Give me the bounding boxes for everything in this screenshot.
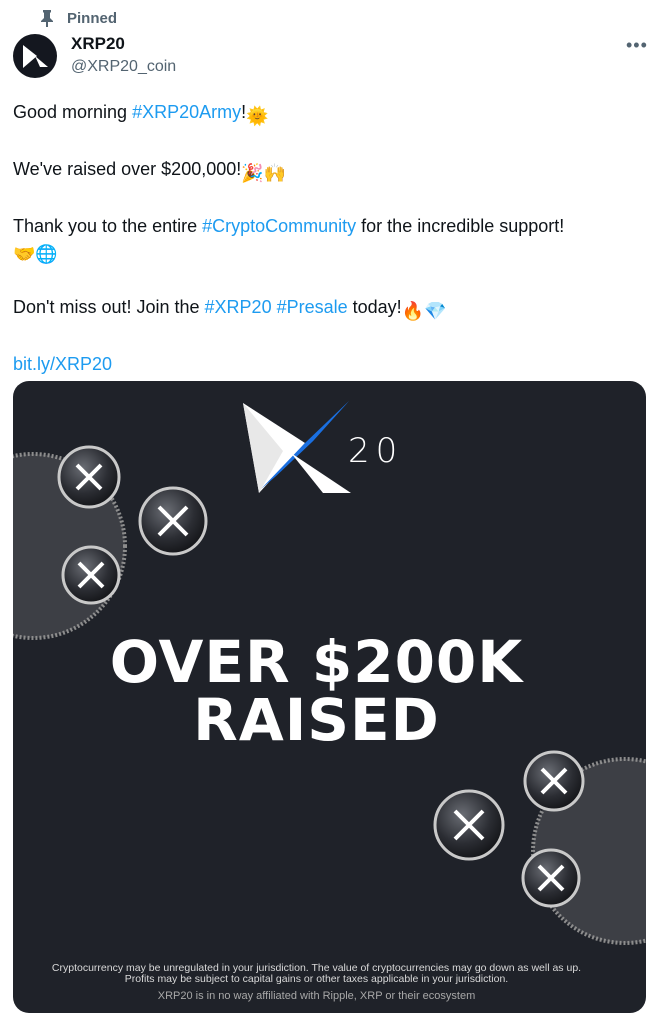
coin-icon [523, 750, 585, 812]
xrp20-large-logo-icon [243, 401, 351, 493]
tweet-text-segment: today! [347, 297, 402, 317]
more-options-icon[interactable]: ••• [626, 36, 648, 54]
pinned-indicator: Pinned [39, 9, 117, 27]
avatar[interactable] [13, 34, 57, 78]
tweet-line-link: bit.ly/XRP20 [13, 352, 648, 376]
hashtag-xrp20[interactable]: #XRP20 [205, 297, 272, 317]
brand-number-20: 20 [348, 431, 404, 471]
pinned-label: Pinned [67, 9, 118, 27]
xrp20-logo-icon [23, 44, 48, 68]
tweet-text: Good morning #XRP20Army!🌞 We've raised o… [13, 100, 648, 376]
media-headline-line2: RAISED [193, 686, 440, 754]
media-disclaimer: Cryptocurrency may be unregulated in you… [51, 962, 582, 985]
tweet-text-segment: for the incredible support! [356, 216, 565, 236]
coin-icon [521, 848, 581, 908]
media-headline-line1: OVER $200K [109, 628, 524, 696]
tweet-text-segment: Don't miss out! Join the [13, 297, 205, 317]
tweet-text-segment: Good morning [13, 102, 133, 122]
display-name[interactable]: XRP20 [71, 34, 125, 54]
sun-emoji-icon: 🌞 [246, 106, 269, 126]
hashtag-cryptocommunity[interactable]: #CryptoCommunity [202, 216, 356, 236]
fire-gem-emoji-icon: 🔥💎 [401, 301, 447, 321]
tweet-line-3b: 🤝🌐 [13, 238, 648, 266]
user-handle[interactable]: @XRP20_coin [71, 58, 176, 76]
tweet-line-3: Thank you to the entire #CryptoCommunity… [13, 214, 648, 238]
media-affiliation-note: XRP20 is in no way affiliated with Rippl… [157, 990, 476, 1002]
pin-icon [41, 10, 53, 27]
coin-icon [57, 445, 121, 509]
tweet-text-segment: Thank you to the entire [13, 216, 203, 236]
hashtag-presale[interactable]: #Presale [277, 297, 348, 317]
hashtag-xrp20army[interactable]: #XRP20Army [132, 102, 241, 122]
tweet-link[interactable]: bit.ly/XRP20 [13, 354, 112, 374]
party-hands-emoji-icon: 🎉🙌 [241, 163, 287, 183]
coin-icon [61, 545, 121, 605]
coin-icon [433, 789, 505, 861]
tweet-line-2: We've raised over $200,000!🎉🙌 [13, 157, 648, 185]
tweet-line-1: Good morning #XRP20Army!🌞 [13, 100, 648, 128]
tweet-text-segment: We've raised over $200,000! [13, 159, 242, 179]
coin-icon [138, 486, 208, 556]
handshake-globe-emoji-icon: 🤝🌐 [13, 244, 58, 264]
tweet-line-4: Don't miss out! Join the #XRP20 #Presale… [13, 295, 648, 323]
